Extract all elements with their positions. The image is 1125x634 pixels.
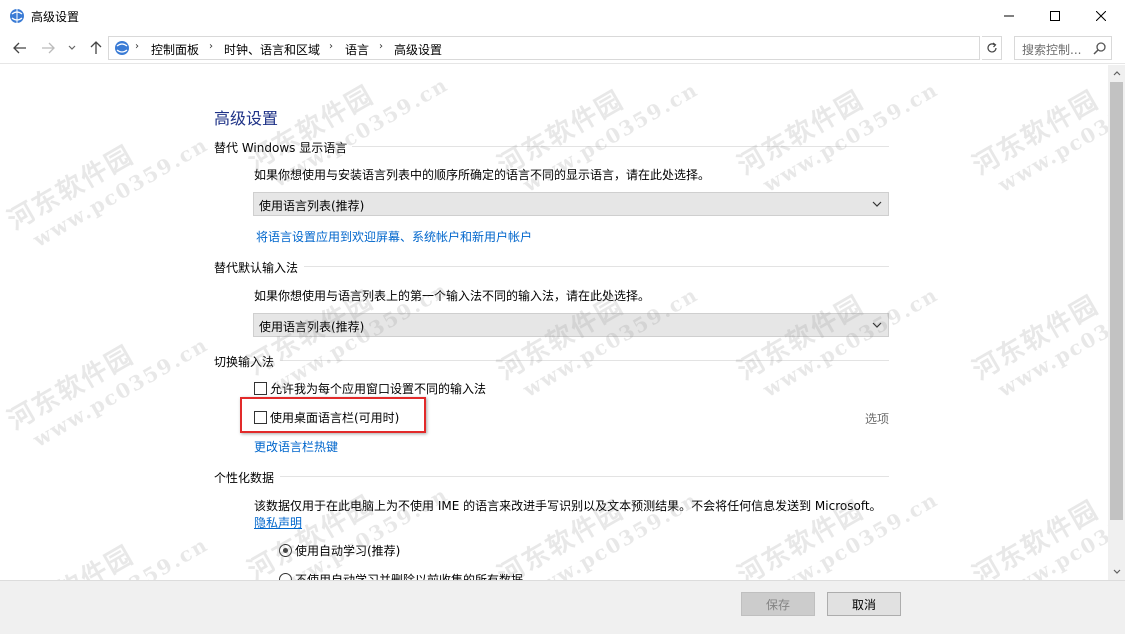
watermark: 河东软件园www.pc0359.cn <box>968 486 1108 580</box>
scroll-down-button[interactable] <box>1108 563 1125 580</box>
personalization-description: 该数据仅用于在此电脑上为不使用 IME 的语言来改进手写识别以及文本预测结果。不… <box>254 499 882 513</box>
search-input[interactable]: 搜索控制... <box>1014 36 1112 60</box>
section-input-method-title: 替代默认输入法 <box>214 261 299 275</box>
per-app-input-label[interactable]: 允许我为每个应用窗口设置不同的输入法 <box>270 380 486 397</box>
privacy-statement-link[interactable]: 隐私声明 <box>254 514 302 531</box>
breadcrumb-control-panel[interactable]: 控制面板 <box>151 41 199 58</box>
maximize-button[interactable] <box>1032 0 1078 32</box>
annotation-highlight-box <box>240 397 426 433</box>
radio-selected-dot <box>283 548 288 553</box>
display-language-select[interactable]: 使用语言列表(推荐) <box>253 192 889 216</box>
change-language-bar-hotkeys-link[interactable]: 更改语言栏热键 <box>254 438 338 455</box>
auto-learning-label[interactable]: 使用自动学习(推荐) <box>295 542 400 559</box>
forward-button[interactable] <box>38 38 58 58</box>
auto-learning-radio[interactable] <box>279 544 292 557</box>
chevron-down-icon <box>872 201 882 207</box>
breadcrumb-advanced-settings[interactable]: 高级设置 <box>394 41 442 58</box>
section-divider <box>352 146 889 147</box>
language-bar-options-link[interactable]: 选项 <box>865 410 889 427</box>
watermark: 河东软件园www.pc0359.cn <box>0 500 212 580</box>
no-auto-learning-label[interactable]: 不使用自动学习并删除以前收集的所有数据 <box>295 571 523 580</box>
section-personalization-title: 个性化数据 <box>214 471 275 485</box>
vertical-scrollbar[interactable] <box>1108 65 1125 580</box>
input-method-select[interactable]: 使用语言列表(推荐) <box>253 313 889 337</box>
section-switching-title: 切换输入法 <box>214 355 275 369</box>
cancel-button[interactable]: 取消 <box>827 592 901 616</box>
control-panel-icon <box>113 39 131 57</box>
chevron-up-icon <box>1113 71 1120 76</box>
scrollbar-thumb[interactable] <box>1110 82 1123 520</box>
page-title: 高级设置 <box>214 109 279 128</box>
watermark: 河东软件园www.pc0359.cn <box>3 131 213 252</box>
watermark: 河东软件园www.pc0359.cn <box>968 76 1108 197</box>
watermark: 河东软件园www.pc0359.cn <box>733 76 943 197</box>
recent-locations-button[interactable] <box>62 38 82 58</box>
breadcrumb-clock-language-region[interactable]: 时钟、语言和区域 <box>224 41 320 58</box>
watermark: 河东软件园www.pc0359.cn <box>493 486 703 580</box>
input-method-select-value: 使用语言列表(推荐) <box>259 320 365 334</box>
navigation-bar: › 控制面板 › 时钟、语言和区域 › 语言 › 高级设置 搜索控制... <box>0 32 1125 64</box>
arrow-up-icon <box>90 41 102 54</box>
watermark: 河东软件园www.pc0359.cn <box>733 486 943 580</box>
section-divider <box>304 266 889 267</box>
chevron-down-icon <box>68 45 76 50</box>
per-app-input-checkbox[interactable] <box>254 382 267 395</box>
refresh-icon <box>986 42 997 53</box>
breadcrumb-separator-icon: › <box>135 41 139 52</box>
save-button[interactable]: 保存 <box>741 592 815 616</box>
arrow-left-icon <box>13 42 26 54</box>
input-method-description: 如果你想使用与语言列表上的第一个输入法不同的输入法，请在此处选择。 <box>254 289 651 303</box>
watermark: 河东软件园www.pc0359.cn <box>3 331 213 452</box>
display-language-select-value: 使用语言列表(推荐) <box>259 199 365 213</box>
search-placeholder: 搜索控制... <box>1022 43 1082 57</box>
up-button[interactable] <box>86 38 106 58</box>
minimize-button[interactable] <box>986 0 1032 32</box>
close-button[interactable] <box>1078 0 1124 32</box>
watermark: 河东软件园www.pc0359.cn <box>968 281 1108 402</box>
no-auto-learning-radio[interactable] <box>279 573 292 580</box>
dialog-footer: 保存 取消 <box>0 580 1125 634</box>
section-divider <box>280 476 889 477</box>
arrow-right-icon <box>42 42 55 54</box>
address-bar[interactable]: › 控制面板 › 时钟、语言和区域 › 语言 › 高级设置 <box>108 36 1080 60</box>
control-panel-icon <box>8 7 26 25</box>
refresh-button[interactable] <box>982 36 1002 60</box>
title-bar: 高级设置 <box>0 0 1125 32</box>
breadcrumb-language[interactable]: 语言 <box>345 41 369 58</box>
chevron-down-icon <box>872 322 882 328</box>
section-divider <box>280 360 889 361</box>
apply-language-settings-link[interactable]: 将语言设置应用到欢迎屏幕、系统帐户和新用户帐户 <box>256 228 532 245</box>
window-title: 高级设置 <box>31 10 80 24</box>
breadcrumb-separator-icon: › <box>329 41 333 52</box>
breadcrumb-separator-icon: › <box>379 41 383 52</box>
settings-content: 高级设置 替代 Windows 显示语言 如果你想使用与安装语言列表中的顺序所确… <box>0 65 1108 580</box>
breadcrumb-separator-icon: › <box>209 41 213 52</box>
scroll-up-button[interactable] <box>1108 65 1125 82</box>
search-icon[interactable] <box>1093 41 1107 55</box>
section-display-language-title: 替代 Windows 显示语言 <box>214 141 348 155</box>
display-language-description: 如果你想使用与安装语言列表中的顺序所确定的语言不同的显示语言，请在此处选择。 <box>254 168 711 182</box>
chevron-down-icon <box>1113 569 1120 574</box>
back-button[interactable] <box>10 38 30 58</box>
